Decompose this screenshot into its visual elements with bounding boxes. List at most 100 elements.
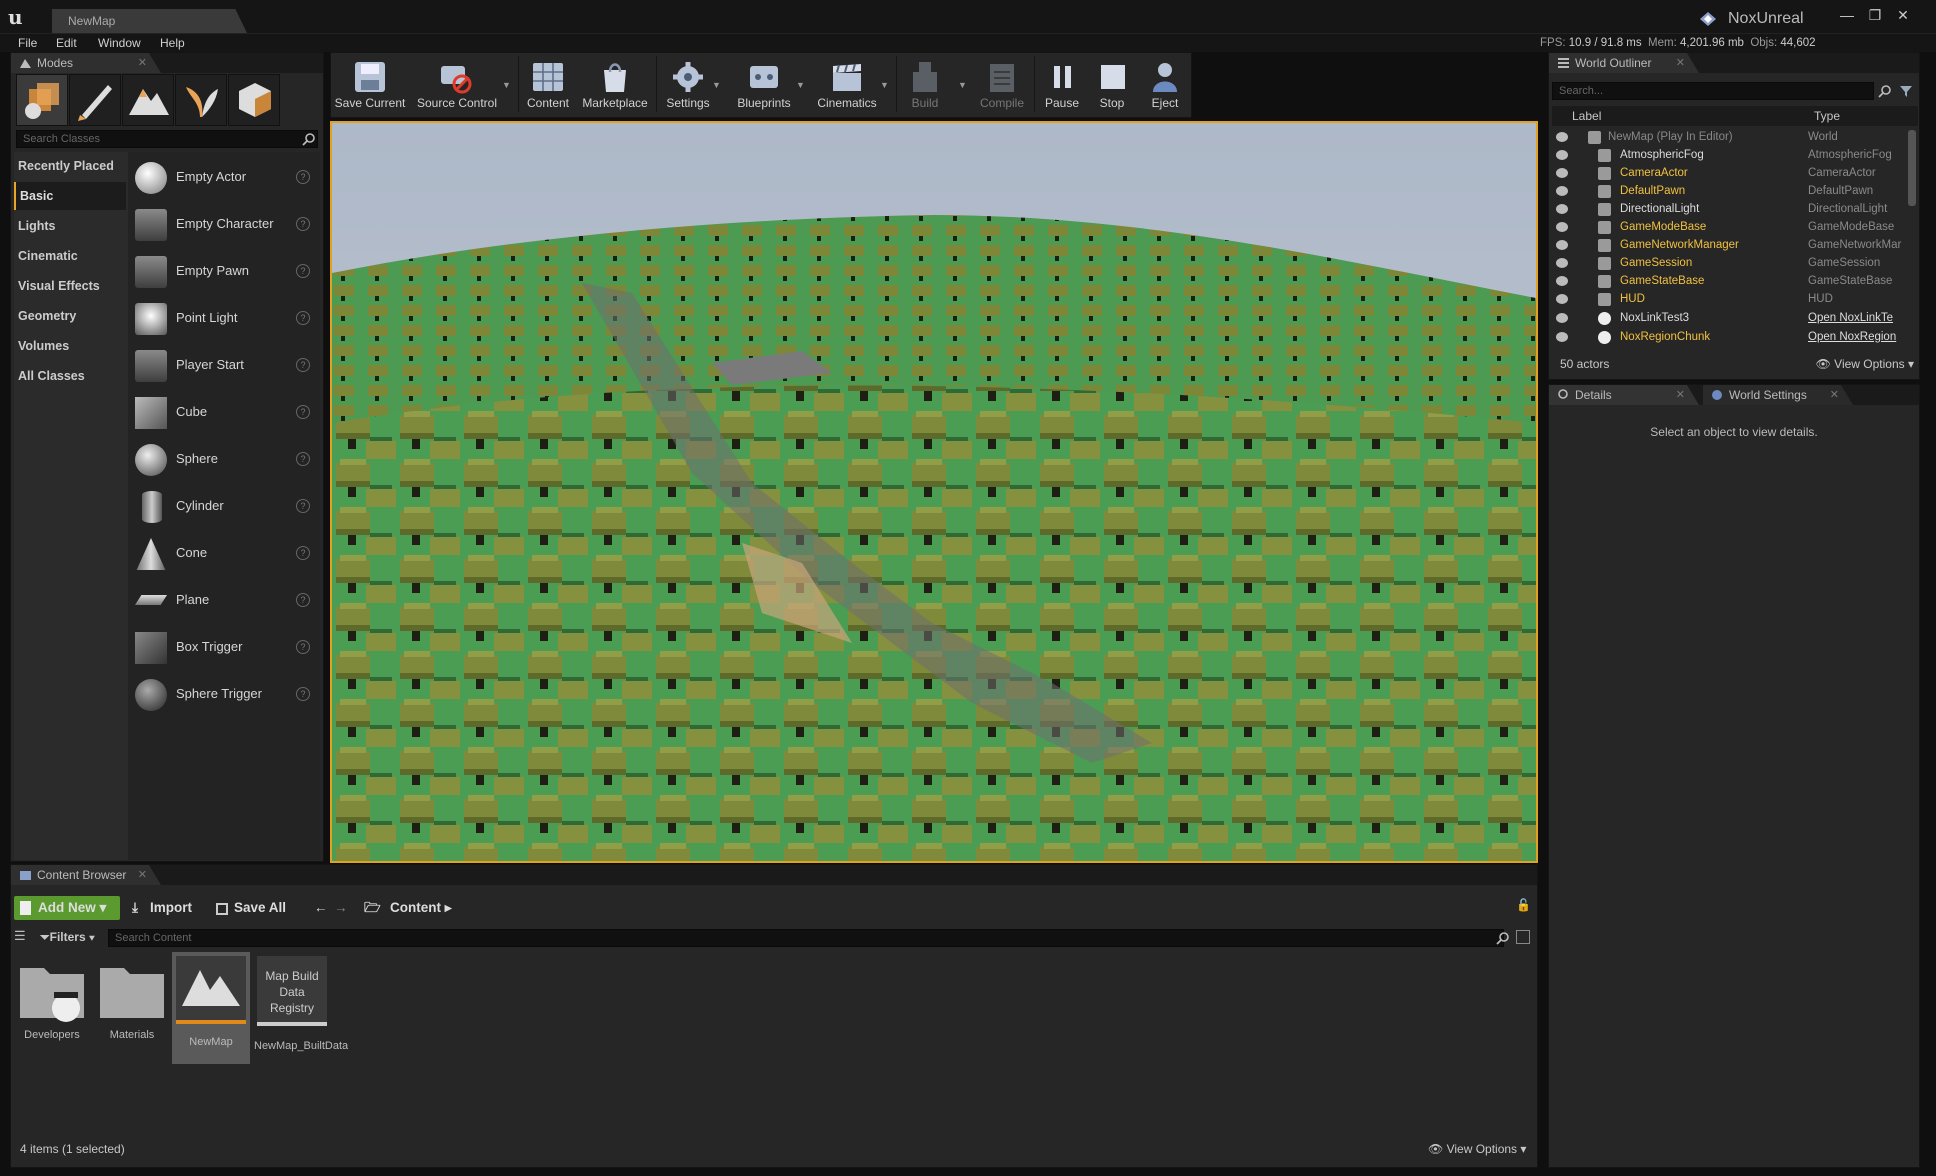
- lock-icon[interactable]: 🔓: [1516, 898, 1531, 914]
- document-tab[interactable]: NewMap: [52, 9, 247, 33]
- close-icon[interactable]: ✕: [138, 53, 147, 73]
- place-empty-pawn[interactable]: Empty Pawn?: [130, 248, 318, 294]
- filters-button[interactable]: ⏷Filters ▾: [40, 928, 104, 946]
- category-volumes[interactable]: Volumes: [14, 332, 126, 360]
- help-icon[interactable]: ?: [296, 499, 310, 513]
- category-basic[interactable]: Basic: [14, 182, 126, 210]
- outliner-search-input[interactable]: Search...: [1552, 82, 1874, 100]
- help-icon[interactable]: ?: [296, 640, 310, 654]
- eject-button[interactable]: Eject: [1142, 52, 1188, 116]
- category-geometry[interactable]: Geometry: [14, 302, 126, 330]
- open-source-link[interactable]: Open NoxLinkTe: [1808, 309, 1893, 327]
- close-button[interactable]: ✕: [1890, 6, 1916, 24]
- category-visual-effects[interactable]: Visual Effects: [14, 272, 126, 300]
- marketplace-button[interactable]: Marketplace: [578, 52, 652, 116]
- menu-window[interactable]: Window: [98, 34, 141, 52]
- outliner-row[interactable]: GameStateBase GameStateBase: [1552, 272, 1918, 290]
- world-outliner-tab[interactable]: World Outliner ✕: [1549, 53, 1699, 73]
- build-dropdown-icon[interactable]: ▼: [958, 80, 968, 90]
- help-icon[interactable]: ?: [296, 546, 310, 560]
- outliner-row[interactable]: NoxLinkTest3 Open NoxLinkTe: [1552, 309, 1918, 327]
- help-icon[interactable]: ?: [296, 217, 310, 231]
- menu-help[interactable]: Help: [160, 34, 185, 52]
- visibility-eye-icon[interactable]: [1556, 222, 1568, 232]
- source-control-dropdown-icon[interactable]: ▼: [502, 80, 512, 90]
- view-options-button[interactable]: 👁 View Options ▾: [1816, 352, 1914, 376]
- save-current-button[interactable]: Save Current: [334, 52, 406, 116]
- cinematics-button[interactable]: Cinematics: [810, 52, 884, 116]
- outliner-row[interactable]: DirectionalLight DirectionalLight: [1552, 200, 1918, 218]
- import-button[interactable]: ⤓ Import: [132, 896, 202, 920]
- content-browser-tab[interactable]: Content Browser ✕: [11, 865, 161, 885]
- visibility-eye-icon[interactable]: [1556, 313, 1568, 323]
- menu-edit[interactable]: Edit: [56, 34, 77, 52]
- menu-file[interactable]: File: [18, 34, 37, 52]
- category-all-classes[interactable]: All Classes: [14, 362, 126, 390]
- close-icon[interactable]: ✕: [138, 865, 147, 885]
- foliage-mode-button[interactable]: [175, 74, 227, 126]
- outliner-row[interactable]: GameModeBase GameModeBase: [1552, 218, 1918, 236]
- landscape-mode-button[interactable]: [122, 74, 174, 126]
- details-tab[interactable]: Details ✕: [1549, 385, 1699, 405]
- settings-dropdown-icon[interactable]: ▼: [712, 80, 722, 90]
- help-icon[interactable]: ?: [296, 358, 310, 372]
- outliner-row[interactable]: AtmosphericFog AtmosphericFog: [1552, 146, 1918, 164]
- blueprints-dropdown-icon[interactable]: ▼: [796, 80, 806, 90]
- column-type-header[interactable]: Type: [1814, 106, 1840, 126]
- close-icon[interactable]: ✕: [1830, 385, 1839, 405]
- sources-panel-icon[interactable]: ☰: [14, 928, 30, 944]
- help-icon[interactable]: ?: [296, 452, 310, 466]
- visibility-eye-icon[interactable]: [1556, 258, 1568, 268]
- save-all-button[interactable]: Save All: [216, 896, 302, 920]
- help-icon[interactable]: ?: [296, 311, 310, 325]
- outliner-row[interactable]: NoxRegionChunk Open NoxRegion: [1552, 328, 1918, 346]
- add-new-button[interactable]: Add New ▾: [14, 896, 120, 920]
- minimize-button[interactable]: —: [1834, 6, 1860, 24]
- help-icon[interactable]: ?: [296, 170, 310, 184]
- visibility-eye-icon[interactable]: [1556, 332, 1568, 342]
- visibility-eye-icon[interactable]: [1556, 294, 1568, 304]
- search-classes-input[interactable]: Search Classes: [16, 130, 318, 148]
- place-sphere-trigger[interactable]: Sphere Trigger?: [130, 671, 318, 717]
- place-player-start[interactable]: Player Start?: [130, 342, 318, 388]
- geometry-mode-button[interactable]: [228, 74, 280, 126]
- outliner-row[interactable]: HUD HUD: [1552, 290, 1918, 308]
- world-settings-tab[interactable]: World Settings ✕: [1703, 385, 1853, 405]
- place-mode-button[interactable]: [16, 74, 68, 126]
- blueprints-button[interactable]: Blueprints: [728, 52, 800, 116]
- visibility-eye-icon[interactable]: [1556, 150, 1568, 160]
- visibility-eye-icon[interactable]: [1556, 276, 1568, 286]
- content-button[interactable]: Content: [522, 52, 574, 116]
- settings-button[interactable]: Settings: [660, 52, 716, 116]
- place-cylinder[interactable]: Cylinder?: [130, 483, 318, 529]
- visibility-eye-icon[interactable]: [1556, 168, 1568, 178]
- visibility-eye-icon[interactable]: [1556, 186, 1568, 196]
- place-cube[interactable]: Cube?: [130, 389, 318, 435]
- outliner-row[interactable]: NewMap (Play In Editor) World: [1552, 128, 1918, 146]
- modes-tab[interactable]: Modes ✕: [11, 53, 161, 73]
- save-search-icon[interactable]: [1516, 930, 1530, 944]
- place-point-light[interactable]: Point Light?: [130, 295, 318, 341]
- cinematics-dropdown-icon[interactable]: ▼: [880, 80, 890, 90]
- outliner-row[interactable]: GameSession GameSession: [1552, 254, 1918, 272]
- asset-map-build-data[interactable]: Map Build Data Registry NewMap_BuiltData: [254, 956, 348, 1052]
- restore-button[interactable]: ❐: [1862, 6, 1888, 24]
- back-button[interactable]: ←: [314, 896, 330, 920]
- outliner-row[interactable]: GameNetworkManager GameNetworkMar: [1552, 236, 1918, 254]
- outliner-scrollbar[interactable]: [1908, 130, 1916, 206]
- asset-folder-developers[interactable]: Developers: [14, 956, 90, 1041]
- place-sphere[interactable]: Sphere?: [130, 436, 318, 482]
- path-content[interactable]: 🗁 Content ▸: [364, 896, 474, 920]
- source-control-button[interactable]: Source Control: [412, 52, 502, 116]
- category-cinematic[interactable]: Cinematic: [14, 242, 126, 270]
- open-source-link[interactable]: Open NoxRegion: [1808, 328, 1896, 346]
- help-icon[interactable]: ?: [296, 405, 310, 419]
- help-icon[interactable]: ?: [296, 593, 310, 607]
- outliner-row[interactable]: CameraActor CameraActor: [1552, 164, 1918, 182]
- paint-mode-button[interactable]: [69, 74, 121, 126]
- place-plane[interactable]: Plane?: [130, 577, 318, 623]
- visibility-eye-icon[interactable]: [1556, 132, 1568, 142]
- add-filter-icon[interactable]: [1898, 83, 1914, 99]
- place-empty-actor[interactable]: Empty Actor?: [130, 154, 318, 200]
- category-lights[interactable]: Lights: [14, 212, 126, 240]
